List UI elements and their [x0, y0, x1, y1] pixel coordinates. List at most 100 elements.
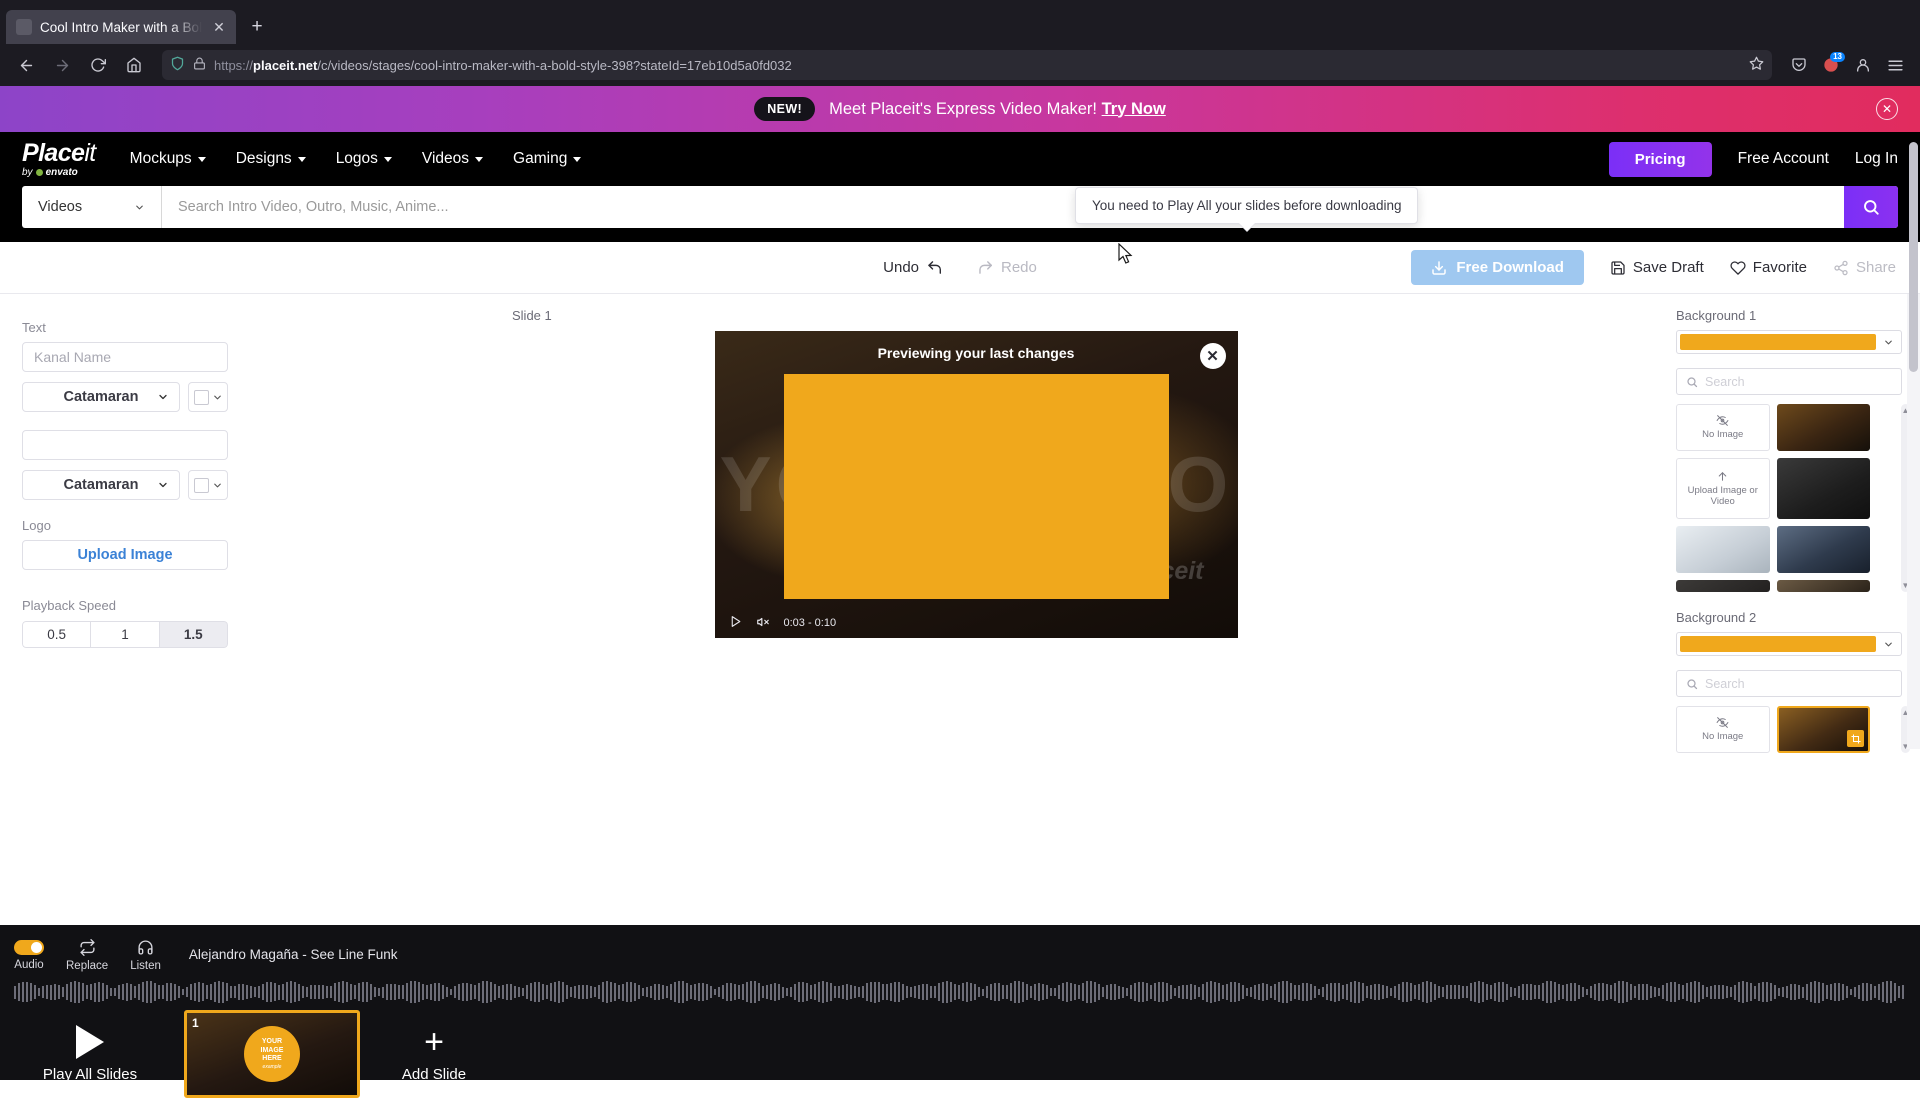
- slide-badge: YOUR IMAGE HERE example: [244, 1026, 300, 1082]
- background-1-search-input[interactable]: [1705, 375, 1892, 389]
- download-label: Free Download: [1456, 259, 1564, 276]
- text-input-2[interactable]: [34, 437, 216, 453]
- undo-arrow-icon: [926, 259, 943, 276]
- crop-icon[interactable]: [1847, 730, 1864, 747]
- page-scrollbar-thumb[interactable]: [1909, 142, 1918, 372]
- nav-item-mockups[interactable]: Mockups: [130, 150, 206, 168]
- audio-toggle-group[interactable]: Audio: [14, 940, 44, 971]
- background-thumb-extra-a[interactable]: [1676, 580, 1770, 592]
- log-in-link[interactable]: Log In: [1855, 150, 1898, 168]
- text-input-1-wrapper[interactable]: [22, 342, 228, 372]
- free-download-button[interactable]: Free Download: [1411, 250, 1584, 285]
- text-input-2-wrapper[interactable]: [22, 430, 228, 460]
- close-icon[interactable]: ✕: [1876, 98, 1898, 120]
- nav-item-designs[interactable]: Designs: [236, 150, 306, 168]
- speed-button-0.5[interactable]: 0.5: [22, 621, 91, 648]
- redo-arrow-icon: [977, 259, 994, 276]
- background-2-search-input[interactable]: [1705, 677, 1892, 691]
- search-icon: [1686, 376, 1698, 388]
- right-panel: Background 1 No Image Upload Image or Vi…: [1662, 294, 1920, 749]
- star-icon[interactable]: [1749, 56, 1764, 74]
- page-scrollbar[interactable]: [1907, 294, 1920, 749]
- back-arrow-icon[interactable]: [10, 49, 42, 81]
- chevron-down-icon: [212, 480, 223, 491]
- background-1-color-select[interactable]: [1676, 330, 1902, 354]
- close-icon[interactable]: ✕: [1200, 343, 1226, 369]
- audio-row: Audio Replace Listen Alejandro Magaña - …: [0, 925, 1920, 979]
- nav-item-videos[interactable]: Videos: [422, 150, 483, 168]
- text-input-1[interactable]: [34, 349, 216, 365]
- pricing-button[interactable]: Pricing: [1609, 142, 1712, 177]
- text-color-select-2[interactable]: [188, 470, 228, 500]
- font-row-1: Catamaran: [22, 382, 268, 412]
- redo-button[interactable]: Redo: [977, 259, 1037, 276]
- mute-icon[interactable]: [756, 615, 770, 632]
- undo-button[interactable]: Undo: [883, 259, 943, 276]
- nav-item-gaming[interactable]: Gaming: [513, 150, 581, 168]
- extensions-icon[interactable]: 13: [1816, 50, 1846, 80]
- headphones-icon: [137, 939, 154, 956]
- browser-chrome: Cool Intro Maker with a Bold St ✕ + http…: [0, 0, 1920, 86]
- account-icon[interactable]: [1848, 50, 1878, 80]
- chevron-down-icon: [573, 157, 581, 162]
- close-icon[interactable]: ✕: [210, 18, 228, 36]
- play-all-slides-button[interactable]: Play All Slides: [10, 1025, 170, 1083]
- no-image-label: No Image: [1702, 430, 1743, 441]
- pocket-icon[interactable]: [1784, 50, 1814, 80]
- badge-line-4: example: [263, 1064, 282, 1070]
- home-icon[interactable]: [118, 49, 150, 81]
- color-swatch-2: [194, 478, 209, 493]
- hamburger-menu-icon[interactable]: [1880, 50, 1910, 80]
- save-icon: [1610, 260, 1626, 276]
- nav-label: Mockups: [130, 150, 192, 168]
- share-button[interactable]: Share: [1833, 259, 1896, 276]
- add-slide-button[interactable]: + Add Slide: [374, 1025, 494, 1083]
- text-color-select-1[interactable]: [188, 382, 228, 412]
- search-icon[interactable]: [1844, 186, 1898, 228]
- background-option-no-image[interactable]: No Image: [1676, 404, 1770, 451]
- upload-image-button[interactable]: Upload Image: [22, 540, 228, 570]
- favorite-button[interactable]: Favorite: [1730, 259, 1807, 276]
- slide-thumbnail-1[interactable]: 1 YOUR IMAGE HERE example: [184, 1010, 360, 1098]
- url-bar[interactable]: https://placeit.net/c/videos/stages/cool…: [162, 50, 1772, 80]
- listen-audio-button[interactable]: Listen: [130, 939, 161, 972]
- background-thumb-dark[interactable]: [1777, 458, 1871, 519]
- browser-tab[interactable]: Cool Intro Maker with a Bold St ✕: [6, 10, 236, 44]
- left-panel: Text Catamaran Catamaran: [0, 294, 290, 749]
- background-2-option-no-image[interactable]: No Image: [1676, 706, 1770, 753]
- search-category-select[interactable]: Videos: [22, 186, 162, 228]
- forward-arrow-icon[interactable]: [46, 49, 78, 81]
- audio-toggle[interactable]: [14, 940, 44, 955]
- replace-audio-button[interactable]: Replace: [66, 939, 108, 972]
- search-input[interactable]: [162, 186, 1844, 228]
- play-icon[interactable]: [729, 615, 742, 631]
- audio-waveform[interactable]: [14, 979, 1906, 1005]
- background-option-upload[interactable]: Upload Image or Video: [1676, 458, 1770, 519]
- font-select-1[interactable]: Catamaran: [22, 382, 180, 412]
- free-account-link[interactable]: Free Account: [1738, 150, 1829, 168]
- background-2-thumb-selected[interactable]: [1777, 706, 1871, 753]
- speed-button-1[interactable]: 1: [91, 621, 159, 648]
- background-thumb-night[interactable]: [1777, 526, 1871, 573]
- background-2-color-select[interactable]: [1676, 632, 1902, 656]
- no-image-icon: [1716, 716, 1729, 729]
- font-name-2: Catamaran: [64, 477, 139, 493]
- background-2-search[interactable]: [1676, 670, 1902, 697]
- background-1-search[interactable]: [1676, 368, 1902, 395]
- save-draft-button[interactable]: Save Draft: [1610, 259, 1704, 276]
- placeit-logo[interactable]: Placeit byenvato: [22, 141, 96, 178]
- lock-icon[interactable]: [193, 57, 206, 73]
- chevron-down-icon: [198, 157, 206, 162]
- speed-button-1.5[interactable]: 1.5: [160, 621, 228, 648]
- new-tab-button[interactable]: +: [242, 12, 272, 42]
- background-thumb-snow[interactable]: [1676, 526, 1770, 573]
- play-all-label: Play All Slides: [43, 1066, 137, 1083]
- font-select-2[interactable]: Catamaran: [22, 470, 180, 500]
- preview-stage[interactable]: YOUR LOGO Placeit Previewing your last c…: [715, 331, 1238, 638]
- shield-icon[interactable]: [170, 56, 185, 74]
- background-thumb-warm[interactable]: [1777, 404, 1871, 451]
- nav-item-logos[interactable]: Logos: [336, 150, 392, 168]
- promo-cta-link[interactable]: Try Now: [1102, 100, 1166, 118]
- background-thumb-extra-b[interactable]: [1777, 580, 1871, 592]
- reload-icon[interactable]: [82, 49, 114, 81]
